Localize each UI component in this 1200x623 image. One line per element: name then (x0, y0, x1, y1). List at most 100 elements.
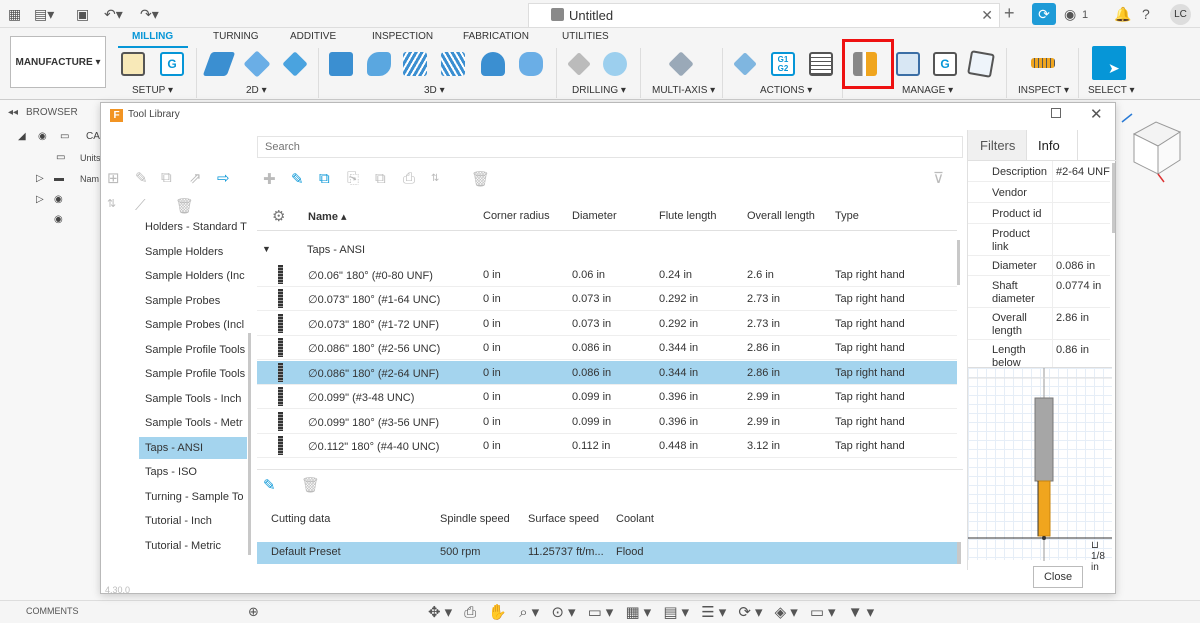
library-item[interactable]: Tutorial - Metric (139, 535, 247, 557)
radial-button[interactable] (478, 49, 508, 79)
tab-inspection[interactable]: INSPECTION (372, 31, 433, 42)
table-row[interactable]: ∅0.06" 180° (#0-80 UNF) 0 in 0.06 in 0.2… (257, 263, 957, 287)
expand-arrow-icon[interactable]: ▷ (36, 194, 44, 205)
hole-recognition-button[interactable] (600, 49, 630, 79)
3d-pocket-button[interactable] (364, 49, 394, 79)
library-item[interactable]: Turning - Sample To (139, 486, 247, 508)
setup-sheet-button[interactable] (806, 49, 836, 79)
search-input[interactable] (258, 137, 962, 157)
select-button[interactable]: ➤ (1092, 46, 1126, 80)
group-multi-axis[interactable]: MULTI-AXIS ▾ (652, 85, 715, 96)
library-item[interactable]: Sample Probes (139, 290, 247, 312)
post-library-button[interactable] (966, 49, 996, 79)
preset-row-selected[interactable]: Default Preset 500 rpm 11.25737 ft/m... … (257, 542, 957, 564)
user-avatar[interactable]: LC (1170, 4, 1191, 25)
library-item[interactable]: Sample Holders (Inc (139, 265, 247, 287)
library-item[interactable]: Sample Holders (139, 241, 247, 263)
measure-button[interactable] (1028, 49, 1058, 79)
setup-g-button[interactable]: G (157, 49, 187, 79)
delete-tool-icon[interactable]: 🗑 (471, 170, 490, 188)
scallop-button[interactable] (516, 49, 546, 79)
group-manage[interactable]: MANAGE ▾ (902, 85, 953, 96)
delete-preset-icon[interactable]: 🗑 (301, 476, 320, 494)
new-library-icon[interactable]: ⊞ (107, 169, 120, 187)
undo-icon[interactable]: ↶▾ (104, 6, 123, 22)
clear-filter-icon[interactable]: ⊽ (933, 169, 944, 187)
search-box[interactable] (257, 136, 963, 158)
tab-utilities[interactable]: UTILITIES (562, 31, 609, 42)
collapse-group-icon[interactable]: ▼ (262, 244, 271, 254)
face-button[interactable] (280, 49, 310, 79)
group-select[interactable]: SELECT ▾ (1088, 85, 1135, 96)
visibility-icon[interactable]: ◉ (38, 131, 47, 142)
parallel-button[interactable] (400, 49, 430, 79)
table-row[interactable]: ∅0.112" 180° (#4-40 UNC) 0 in 0.112 in 0… (257, 434, 957, 458)
column-cutting-data[interactable]: Cutting data (271, 513, 330, 525)
library-item-selected[interactable]: Taps - ANSI (139, 437, 247, 459)
export-tool-icon[interactable]: ⎙ (403, 170, 415, 187)
drill-button[interactable] (564, 49, 594, 79)
visibility-icon[interactable]: ◉ (54, 214, 63, 225)
machine-library-button[interactable] (893, 49, 923, 79)
group-drilling[interactable]: DRILLING ▾ (572, 85, 626, 96)
comments-label[interactable]: COMMENTS (26, 606, 79, 616)
group-3d[interactable]: 3D ▾ (424, 85, 445, 96)
column-corner-radius[interactable]: Corner radius (483, 210, 550, 222)
table-row[interactable]: ∅0.099" 180° (#3-56 UNF) 0 in 0.099 in 0… (257, 410, 957, 434)
tab-turning[interactable]: TURNING (213, 31, 259, 42)
table-row-selected[interactable]: ∅0.086" 180° (#2-64 UNF) 0 in 0.086 in 0… (257, 361, 957, 385)
group-setup[interactable]: SETUP ▾ (132, 85, 173, 96)
group-actions[interactable]: ACTIONS ▾ (760, 85, 812, 96)
template-library-button[interactable]: G (930, 49, 960, 79)
expand-arrow-icon[interactable]: ◢ (18, 131, 26, 142)
dialog-title-bar[interactable]: F Tool Library ✕ (101, 103, 1115, 128)
edit-preset-icon[interactable]: ✎ (263, 476, 276, 494)
library-item[interactable]: Sample Profile Tools (139, 363, 247, 385)
post-process-button[interactable]: G1 G2 (768, 49, 798, 79)
job-status-icon[interactable]: ◉ (1064, 6, 1076, 22)
column-coolant[interactable]: Coolant (616, 513, 654, 525)
copy-tool-icon[interactable]: ⧉ (319, 170, 330, 187)
tab-filters[interactable]: Filters (980, 138, 1015, 153)
contour-button[interactable] (438, 49, 468, 79)
table-scrollbar[interactable] (957, 240, 960, 285)
apps-grid-icon[interactable]: ▦ (8, 6, 21, 22)
paste-tool-icon[interactable]: ⎘ (347, 170, 359, 187)
workspace-selector[interactable]: MANUFACTURE ▾ (10, 36, 106, 88)
graph-icon[interactable]: ⟋ (135, 197, 146, 214)
column-flute-length[interactable]: Flute length (659, 210, 716, 222)
help-icon[interactable]: ? (1142, 6, 1150, 22)
library-item[interactable]: Sample Profile Tools (139, 339, 247, 361)
table-group-row[interactable]: ▼ Taps - ANSI (257, 239, 957, 261)
group-inspect[interactable]: INSPECT ▾ (1018, 85, 1069, 96)
library-scrollbar[interactable] (248, 333, 251, 555)
library-item[interactable]: Holders - Standard T (139, 216, 247, 238)
new-folder-button[interactable] (118, 49, 148, 79)
column-spindle-speed[interactable]: Spindle speed (440, 513, 510, 525)
close-button[interactable]: Close (1033, 566, 1083, 588)
library-item[interactable]: Taps - ISO (139, 461, 247, 483)
maximize-icon[interactable] (1051, 108, 1061, 118)
info-scrollbar[interactable] (1112, 163, 1115, 233)
tab-milling[interactable]: MILLING (132, 31, 173, 42)
group-2d[interactable]: 2D ▾ (246, 85, 267, 96)
column-name[interactable]: Name ▴ (308, 210, 347, 223)
link-library-icon[interactable]: ⇗ (189, 169, 202, 187)
table-row[interactable]: ∅0.073" 180° (#1-72 UNF) 0 in 0.073 in 0… (257, 312, 957, 336)
bell-icon[interactable]: 🔔 (1114, 6, 1131, 22)
library-item[interactable]: Tutorial - Inch (139, 510, 247, 532)
renumber-icon[interactable]: ⇅ (107, 197, 116, 210)
redo-icon[interactable]: ↷▾ (140, 6, 159, 22)
2d-adaptive-button[interactable] (202, 49, 236, 79)
library-item[interactable]: Sample Probes (Incl (139, 314, 247, 336)
2d-pocket-button[interactable] (242, 49, 272, 79)
expand-arrow-icon[interactable]: ▷ (36, 173, 44, 184)
column-overall-length[interactable]: Overall length (747, 210, 815, 222)
browser-header[interactable]: ◂◂ BROWSER (0, 103, 100, 121)
3d-adaptive-button[interactable] (326, 49, 356, 79)
new-tab-icon[interactable]: + (1004, 4, 1015, 22)
tab-additive[interactable]: ADDITIVE (290, 31, 336, 42)
table-row[interactable]: ∅0.099" (#3-48 UNC) 0 in 0.099 in 0.396 … (257, 385, 957, 409)
table-row[interactable]: ∅0.086" 180° (#2-56 UNC) 0 in 0.086 in 0… (257, 336, 957, 360)
import-library-icon[interactable]: ⇨ (217, 169, 230, 187)
